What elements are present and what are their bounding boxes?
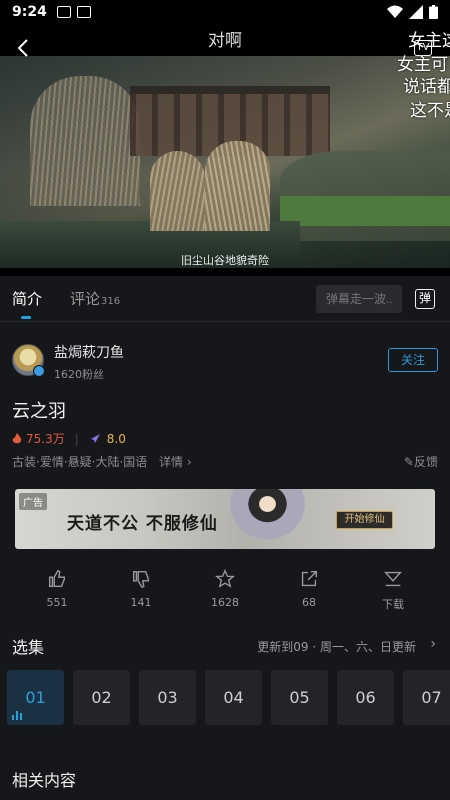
tab-intro-label: 简介 <box>12 290 43 308</box>
related-title: 相关内容 <box>12 771 77 790</box>
download-label: 下载 <box>382 598 404 611</box>
video-frame[interactable]: 旧尘山谷地貌奇险 <box>0 56 450 268</box>
like-button[interactable]: 551 <box>15 568 99 609</box>
battery-icon <box>429 5 438 19</box>
favorite-button[interactable]: 1628 <box>183 568 267 609</box>
video-subtitle: 旧尘山谷地貌奇险 <box>181 254 269 267</box>
star-icon <box>214 569 236 588</box>
edit-icon: ✎ <box>403 455 414 469</box>
verified-badge-icon <box>33 365 45 377</box>
danmaku-item: 说话都 <box>403 77 450 97</box>
ad-cta-button[interactable]: 开始修仙 <box>336 511 393 529</box>
video-player[interactable]: 旧尘山谷地貌奇险 对啊 女主这 TV 女主可 说话都 这不是 <box>0 24 450 276</box>
tab-intro[interactable]: 简介 <box>12 288 43 319</box>
share-icon <box>301 570 318 587</box>
episode-list: 01 02 03 04 05 06 07 <box>7 670 450 725</box>
episode-item[interactable]: 02 <box>73 670 130 725</box>
show-title: 云之羽 <box>12 401 66 422</box>
download-button[interactable]: 下载 <box>351 568 435 612</box>
feedback-label: 反馈 <box>413 455 438 469</box>
score-value: 8.0 <box>106 431 126 446</box>
rocket-icon <box>90 433 100 443</box>
dislike-button[interactable]: 141 <box>99 568 183 609</box>
detail-link[interactable]: 详情 › <box>159 453 192 470</box>
feedback-link[interactable]: ✎反馈 <box>404 453 438 470</box>
uploader-row: 盐焗萩刀鱼 1620粉丝 关注 <box>12 342 438 381</box>
signal-icon <box>409 5 423 19</box>
episode-item[interactable]: 05 <box>271 670 328 725</box>
action-bar: 551 141 1628 68 下载 <box>0 568 450 618</box>
scene-lawn <box>280 196 450 226</box>
episodes-header[interactable]: 选集 更新到09 · 周一、六、日更新 › <box>12 634 438 658</box>
wifi-icon <box>387 5 403 18</box>
episodes-title: 选集 <box>12 638 45 657</box>
share-count: 68 <box>302 596 316 609</box>
chevron-right-icon: › <box>186 455 192 469</box>
episode-item-active[interactable]: 01 <box>7 670 64 725</box>
episode-item[interactable]: 06 <box>337 670 394 725</box>
ad-banner[interactable]: 广告 天道不公 不服修仙 开始修仙 <box>15 489 435 549</box>
tab-comments-label: 评论 <box>70 290 101 308</box>
detail-label: 详情 <box>159 455 184 469</box>
flame-icon <box>12 432 22 443</box>
dislike-count: 141 <box>130 596 152 609</box>
heat-value: 75.3万 <box>26 432 65 446</box>
danmaku-item: 这不是 <box>410 101 450 121</box>
favorite-count: 1628 <box>211 596 239 609</box>
follow-button[interactable]: 关注 <box>388 348 438 372</box>
like-count: 551 <box>46 596 68 609</box>
download-icon <box>384 571 402 587</box>
scene-grass <box>30 76 140 206</box>
ad-tag: 广告 <box>19 493 47 510</box>
dislike-icon <box>132 570 150 589</box>
app-notification-icon <box>76 6 91 18</box>
show-stats: 75.3万 | 8.0 <box>12 430 126 447</box>
ad-slogan: 天道不公 不服修仙 <box>67 514 218 534</box>
chevron-right-icon: › <box>430 636 436 652</box>
status-right <box>387 5 438 19</box>
status-time: 9:24 <box>12 4 47 20</box>
image-notification-icon <box>56 6 71 18</box>
danmaku-input[interactable] <box>316 285 402 313</box>
episodes-update-info: 更新到09 · 周一、六、日更新 <box>257 640 416 654</box>
stats-divider: | <box>74 431 79 446</box>
like-icon <box>48 569 66 588</box>
scene-reeds-left <box>150 151 205 231</box>
status-bar: 9:24 <box>0 0 450 24</box>
ad-character-image <box>220 489 315 549</box>
comments-count: 316 <box>101 296 121 307</box>
episode-number: 01 <box>25 688 46 707</box>
show-tags: 古装·爱情·悬疑·大陆·国语 <box>12 455 148 469</box>
uploader-fans: 1620粉丝 <box>54 368 104 381</box>
detail-tabs: 简介 评论316 弹 <box>0 276 450 322</box>
episode-item[interactable]: 07 <box>403 670 450 725</box>
video-title: 对啊 <box>208 31 242 51</box>
episode-item[interactable]: 03 <box>139 670 196 725</box>
share-button[interactable]: 68 <box>267 568 351 609</box>
episode-item[interactable]: 04 <box>205 670 262 725</box>
uploader-name[interactable]: 盐焗萩刀鱼 <box>54 342 124 362</box>
playing-bars-icon <box>12 710 24 720</box>
tab-comments[interactable]: 评论316 <box>70 288 120 309</box>
scene-reeds-right <box>205 141 270 231</box>
danmaku-toggle-button[interactable]: 弹 <box>415 289 435 309</box>
